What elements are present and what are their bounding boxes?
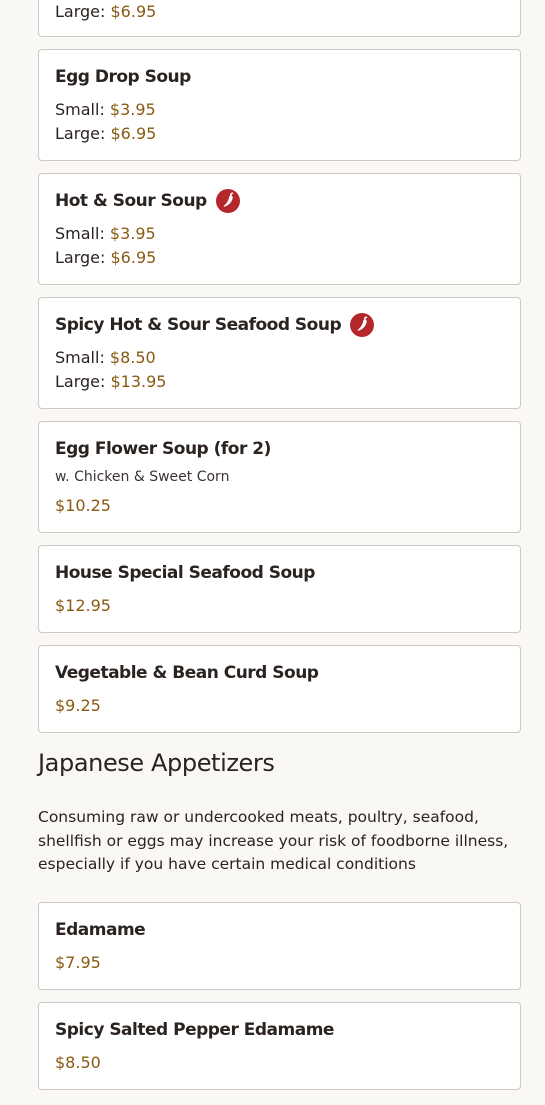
item-name: House Special Seafood Soup: [55, 563, 315, 583]
price: $10.25: [55, 496, 111, 515]
raw-food-notice: Consuming raw or undercooked meats, poul…: [38, 808, 509, 873]
item-name: Spicy Hot & Sour Seafood Soup: [55, 315, 342, 335]
price: $7.95: [55, 952, 101, 972]
item-name: Egg Drop Soup: [55, 67, 191, 87]
price-line-large: Large: $6.95: [55, 248, 157, 267]
price-line-large: Large: $6.95: [55, 124, 157, 143]
menu-item-card[interactable]: Spicy Salted Pepper Edamame $8.50: [38, 1001, 521, 1090]
item-name: Hot & Sour Soup: [55, 191, 207, 211]
menu-item-card[interactable]: Vegetable & Bean Curd Soup $9.25: [38, 645, 521, 733]
price-line-small: Small: $3.95: [55, 100, 156, 119]
price: $6.95: [110, 248, 157, 267]
menu-item-card[interactable]: Hot & Sour Soup Small: $3.95 Large: $6.9…: [38, 173, 521, 285]
price: $9.25: [55, 696, 101, 715]
item-name: Vegetable & Bean Curd Soup: [55, 663, 319, 683]
item-name: Edamame: [55, 919, 146, 940]
price-line-small: Small: $8.50: [55, 348, 156, 367]
price: $13.95: [110, 372, 167, 391]
chili-pepper-icon: [350, 313, 375, 337]
menu-item-card[interactable]: Egg Drop Soup Small: $3.95 Large: $6.95: [38, 49, 521, 161]
menu-content: Large: $6.95 Egg Drop Soup Small: $3.95 …: [38, 0, 521, 1102]
price: $8.50: [109, 348, 156, 367]
menu-item-card[interactable]: Spicy Hot & Sour Seafood Soup Small: $8.…: [38, 297, 521, 409]
menu-item-card[interactable]: Egg Flower Soup (for 2) w. Chicken & Swe…: [38, 421, 521, 533]
item-name: Egg Flower Soup (for 2): [55, 439, 271, 459]
section-title: Japanese Appetizers: [38, 749, 275, 777]
price: $6.95: [110, 2, 157, 21]
chili-pepper-icon: [215, 189, 240, 213]
price: $12.95: [55, 596, 111, 615]
price: $3.95: [109, 224, 156, 243]
price-line-large: Large: $13.95: [55, 372, 167, 391]
menu-item-card[interactable]: Edamame $7.95: [38, 901, 521, 990]
price-line-large: Large: $6.95: [55, 2, 157, 21]
price: $3.95: [109, 100, 156, 119]
price: $8.50: [55, 1052, 101, 1072]
price: $6.95: [110, 124, 157, 143]
price-line-small: Small: $3.95: [55, 224, 156, 243]
item-description: w. Chicken & Sweet Corn: [55, 469, 230, 485]
menu-item-card[interactable]: Large: $6.95: [38, 0, 521, 37]
menu-item-card[interactable]: House Special Seafood Soup $12.95: [38, 545, 521, 633]
item-name: Spicy Salted Pepper Edamame: [55, 1019, 334, 1040]
